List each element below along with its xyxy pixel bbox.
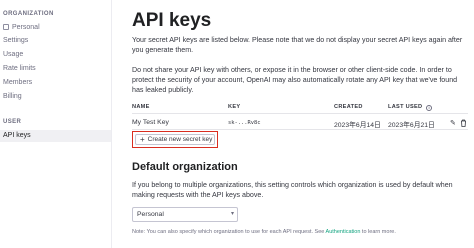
sidebar-item-billing[interactable]: Billing bbox=[3, 92, 22, 102]
sidebar-item-settings[interactable]: Settings bbox=[3, 36, 28, 46]
create-button-highlight: + Create new secret key bbox=[132, 131, 218, 148]
table-header-divider bbox=[132, 113, 468, 114]
key-created-cell: 2023年6月14日 bbox=[334, 122, 381, 129]
sidebar: ORGANIZATION Personal Settings Usage Rat… bbox=[0, 0, 112, 248]
table-row-divider bbox=[132, 129, 468, 130]
trash-icon[interactable] bbox=[460, 119, 467, 129]
sidebar-item-usage[interactable]: Usage bbox=[3, 50, 23, 60]
default-org-selected: Personal bbox=[137, 211, 164, 218]
default-org-description: If you belong to multiple organizations,… bbox=[132, 181, 453, 199]
org-icon bbox=[3, 24, 9, 30]
default-org-note: Note: You can also specify which organiz… bbox=[132, 229, 396, 235]
default-org-title: Default organization bbox=[132, 161, 238, 173]
main-content: API keys Your secret API keys are listed… bbox=[132, 0, 472, 248]
org-name: Personal bbox=[12, 23, 40, 31]
create-secret-key-label: Create new secret key bbox=[147, 136, 213, 143]
warning-text: Do not share your API key with others, o… bbox=[132, 66, 458, 94]
pencil-icon[interactable]: ✎ bbox=[450, 119, 456, 127]
default-org-select[interactable]: Personal ▾ bbox=[132, 207, 238, 222]
user-section-title: USER bbox=[3, 119, 22, 125]
create-secret-key-button[interactable]: + Create new secret key bbox=[135, 134, 215, 145]
note-prefix: Note: You can also specify which organiz… bbox=[132, 229, 326, 235]
col-header-last-used-label: LAST USED bbox=[388, 104, 423, 110]
chevron-down-icon: ▾ bbox=[230, 211, 234, 217]
sidebar-item-rate-limits[interactable]: Rate limits bbox=[3, 64, 36, 74]
org-section-title: ORGANIZATION bbox=[3, 11, 54, 17]
authentication-link[interactable]: Authentication bbox=[326, 229, 361, 235]
page-title: API keys bbox=[132, 10, 212, 31]
col-header-created: CREATED bbox=[334, 104, 363, 110]
key-value-cell: sk-...Rv8c bbox=[228, 120, 261, 126]
key-name-cell: My Test Key bbox=[132, 119, 169, 126]
col-header-key: KEY bbox=[228, 104, 241, 110]
intro-text: Your secret API keys are listed below. P… bbox=[132, 36, 463, 54]
sidebar-item-members[interactable]: Members bbox=[3, 78, 32, 88]
info-icon[interactable]: i bbox=[426, 105, 433, 111]
key-last-used-cell: 2023年6月21日 bbox=[388, 122, 435, 129]
plus-icon: + bbox=[140, 134, 145, 144]
col-header-last-used: LAST USED i bbox=[388, 104, 433, 111]
note-suffix: to learn more. bbox=[360, 229, 396, 235]
org-switcher[interactable]: Personal bbox=[3, 22, 40, 32]
col-header-name: NAME bbox=[132, 104, 150, 110]
sidebar-item-api-keys[interactable]: API keys bbox=[3, 131, 31, 141]
